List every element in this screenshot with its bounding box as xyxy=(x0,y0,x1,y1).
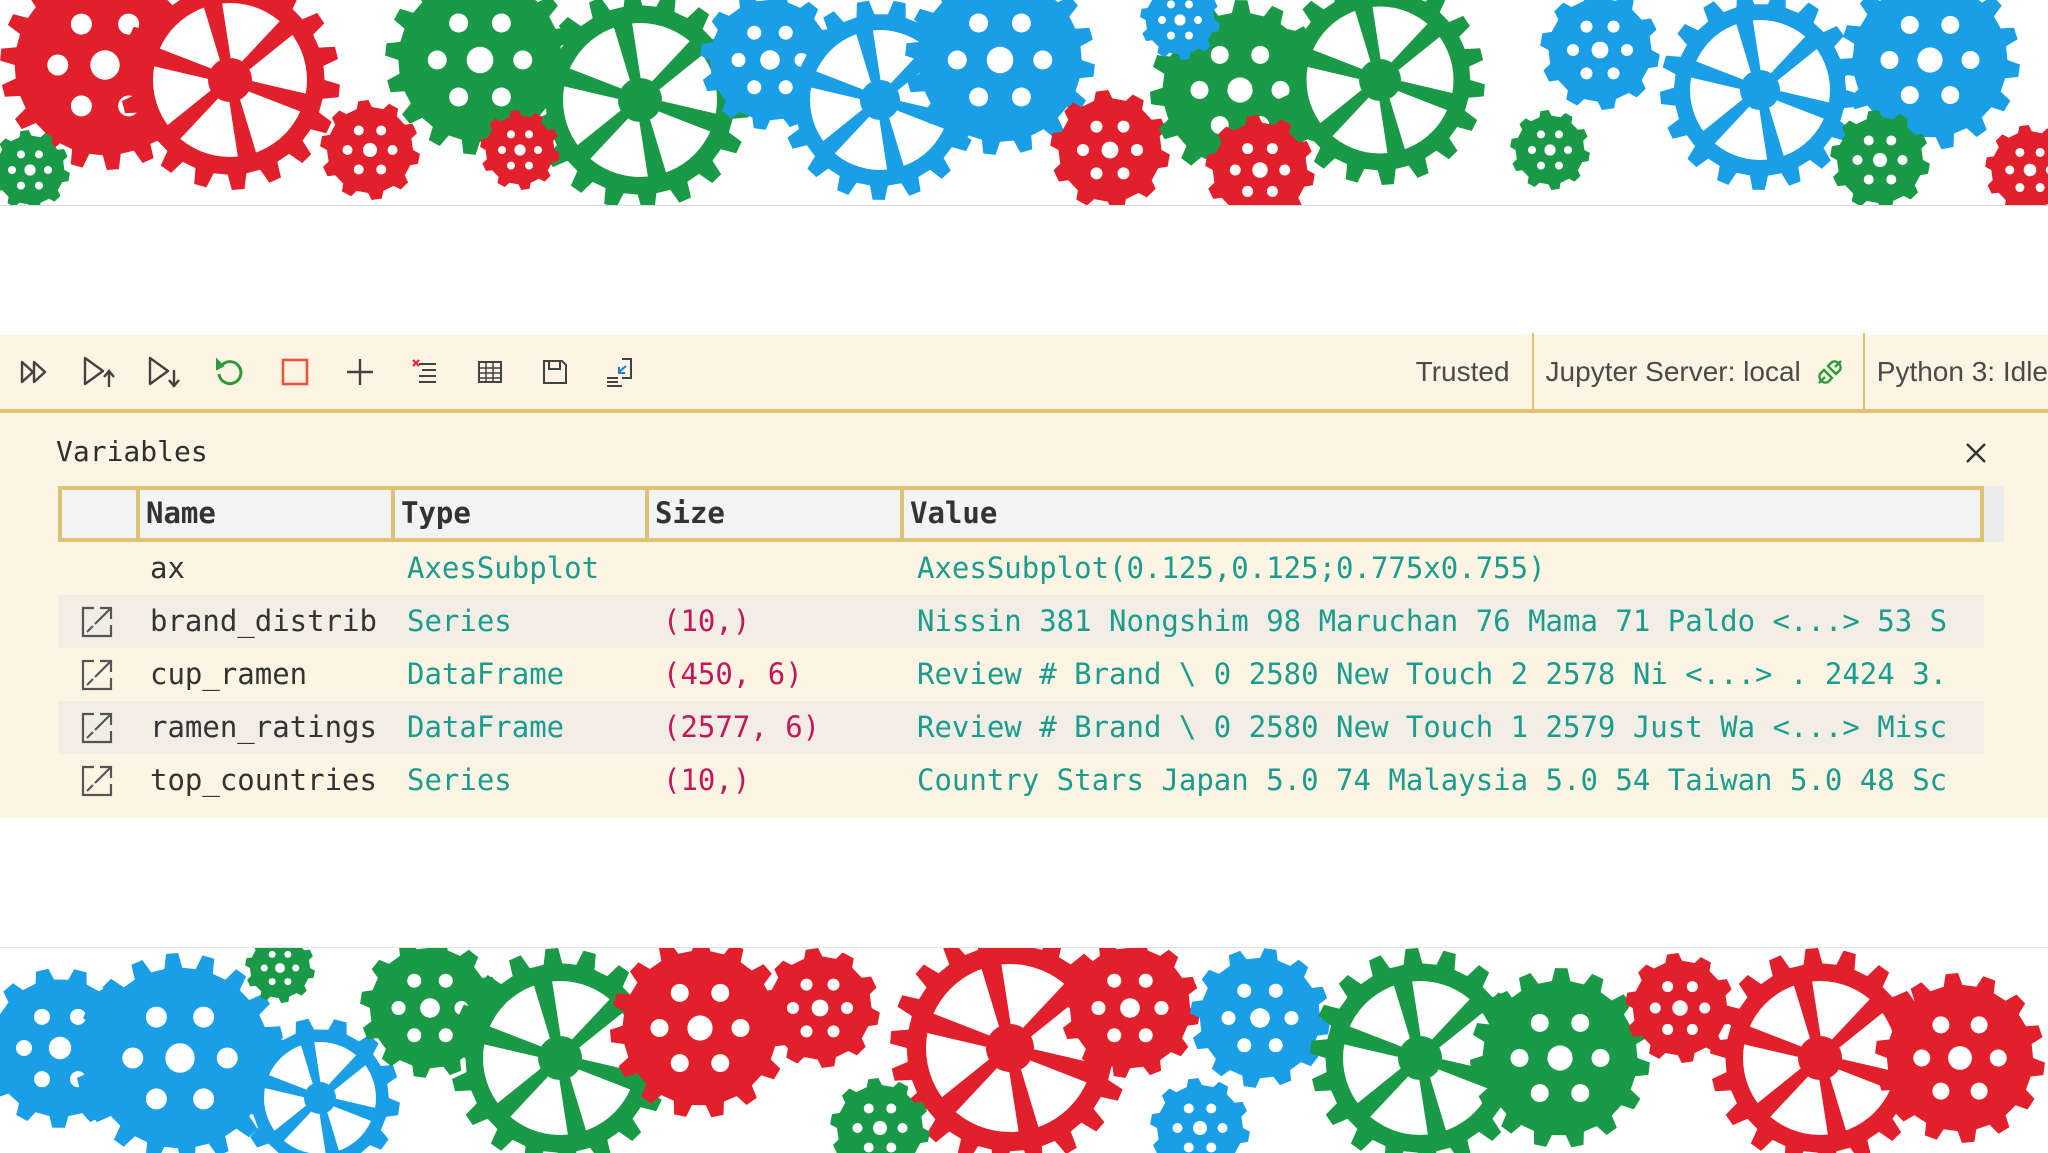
run-below-icon xyxy=(148,356,180,388)
table-row[interactable]: brand_distrib Series (10,) Nissin 381 No… xyxy=(58,595,1984,648)
header-scroll-gutter xyxy=(1984,486,2004,542)
run-above-button[interactable] xyxy=(77,349,123,395)
variables-grid: Name Type Size Value ax AxesSubplot Axes… xyxy=(58,486,2004,807)
variables-button[interactable] xyxy=(467,349,513,395)
variables-panel-title: Variables xyxy=(56,435,208,468)
header-size[interactable]: Size xyxy=(649,490,904,538)
gear-icon xyxy=(245,948,315,1003)
save-button[interactable] xyxy=(532,349,578,395)
variable-type: DataFrame xyxy=(407,657,565,691)
variables-panel: Variables Name Type Size Value ax AxesSu… xyxy=(0,413,2048,818)
variable-type: AxesSubplot xyxy=(407,551,600,585)
gear-icon xyxy=(1150,1078,1250,1153)
variables-icon xyxy=(478,361,502,383)
gear-icon xyxy=(120,0,340,190)
run-above-icon xyxy=(83,356,115,387)
restart-kernel-button[interactable] xyxy=(207,349,253,395)
open-data-viewer-icon[interactable] xyxy=(78,762,116,800)
gear-icon xyxy=(1190,948,1330,1088)
gear-icon xyxy=(760,948,880,1068)
gears-banner-top xyxy=(0,0,2048,206)
interrupt-kernel-icon xyxy=(281,358,309,386)
variable-name: ramen_ratings xyxy=(150,710,377,744)
clear-outputs-button[interactable] xyxy=(402,349,448,395)
header-value[interactable]: Value xyxy=(904,490,1984,538)
gear-icon xyxy=(1985,125,2048,205)
variable-value: Review # Brand \ 0 2580 New Touch 2 2578… xyxy=(917,657,1948,691)
expand-cell xyxy=(58,603,136,641)
plug-connected-icon xyxy=(1815,357,1845,387)
variable-type: Series xyxy=(407,604,512,638)
variable-type: DataFrame xyxy=(407,710,565,744)
expand-cell xyxy=(58,656,136,694)
run-below-button[interactable] xyxy=(142,349,188,395)
grid-header: Name Type Size Value xyxy=(58,486,2004,542)
close-icon xyxy=(1966,443,1986,463)
interrupt-kernel-button[interactable] xyxy=(272,349,318,395)
variable-size: (2577, 6) xyxy=(663,710,821,744)
clear-outputs-icon xyxy=(412,359,436,383)
header-expand-column xyxy=(62,490,140,538)
add-cell-button[interactable] xyxy=(337,349,383,395)
gear-icon xyxy=(830,1078,930,1153)
variable-size: (10,) xyxy=(663,604,751,638)
jupyter-server-status[interactable]: Jupyter Server: local xyxy=(1534,356,1863,388)
blank-area xyxy=(0,818,2048,947)
header-type[interactable]: Type xyxy=(395,490,649,538)
variable-value: Country Stars Japan 5.0 74 Malaysia 5.0 … xyxy=(917,763,1948,797)
gear-icon xyxy=(1540,0,1660,110)
trusted-status[interactable]: Trusted xyxy=(1416,356,1510,388)
header-name[interactable]: Name xyxy=(140,490,395,538)
gear-icon xyxy=(1470,968,1650,1148)
gear-icon xyxy=(1275,0,1485,185)
export-button[interactable] xyxy=(597,349,643,395)
expand-cell xyxy=(58,762,136,800)
gear-icon xyxy=(1510,110,1590,190)
save-icon xyxy=(543,360,567,384)
table-row[interactable]: ax AxesSubplot AxesSubplot(0.125,0.125;0… xyxy=(58,542,1984,595)
add-cell-icon xyxy=(347,359,373,385)
restart-kernel-icon xyxy=(216,357,243,386)
run-all-icon xyxy=(20,360,47,384)
open-data-viewer-icon[interactable] xyxy=(78,709,116,747)
variable-name: cup_ramen xyxy=(150,657,308,691)
table-row[interactable]: ramen_ratings DataFrame (2577, 6) Review… xyxy=(58,701,1984,754)
export-icon xyxy=(607,358,632,387)
variable-type: Series xyxy=(407,763,512,797)
gears-banner-bottom xyxy=(0,947,2048,1153)
table-row[interactable]: cup_ramen DataFrame (450, 6) Review # Br… xyxy=(58,648,1984,701)
close-variables-button[interactable] xyxy=(1958,435,1994,471)
open-data-viewer-icon[interactable] xyxy=(78,656,116,694)
run-all-button[interactable] xyxy=(12,349,58,395)
variable-value: AxesSubplot(0.125,0.125;0.775x0.755) xyxy=(917,551,1546,585)
variable-name: top_countries xyxy=(150,763,377,797)
gear-icon xyxy=(530,0,750,205)
expand-cell xyxy=(58,709,136,747)
kernel-status[interactable]: Python 3: Idle xyxy=(1865,356,2048,388)
variable-name: ax xyxy=(150,551,185,585)
jupyter-server-label: Jupyter Server: local xyxy=(1545,356,1801,387)
variable-value: Nissin 381 Nongshim 98 Maruchan 76 Mama … xyxy=(917,604,1948,638)
variable-size: (10,) xyxy=(663,763,751,797)
open-data-viewer-icon[interactable] xyxy=(78,603,116,641)
notebook-toolbar: Trusted Jupyter Server: local Python 3: … xyxy=(0,333,2048,413)
table-row[interactable]: top_countries Series (10,) Country Stars… xyxy=(58,754,1984,807)
variable-name: brand_distrib xyxy=(150,604,377,638)
gear-icon xyxy=(1660,0,1860,190)
variable-size: (450, 6) xyxy=(663,657,803,691)
variable-value: Review # Brand \ 0 2580 New Touch 1 2579… xyxy=(917,710,1948,744)
